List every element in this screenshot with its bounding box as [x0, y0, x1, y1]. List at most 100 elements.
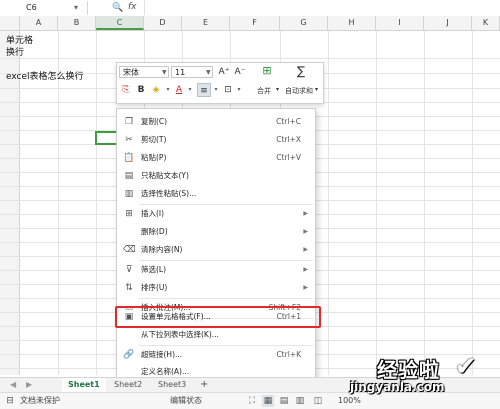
menu-item-cut[interactable]: ✂ 剪切(T) Ctrl+X: [117, 131, 315, 149]
zoom-icon[interactable]: 🔍: [112, 1, 123, 15]
row-headers[interactable]: [0, 31, 20, 375]
fill-color-icon[interactable]: ◈: [149, 83, 163, 97]
function-icon[interactable]: fx: [128, 0, 137, 15]
column-header-i[interactable]: I: [376, 16, 424, 30]
column-header-k[interactable]: K: [472, 16, 500, 30]
watermark-title: 经验啦: [377, 358, 440, 382]
menu-item-shortcut: Ctrl+K: [276, 350, 301, 359]
copy-icon: ❐: [124, 117, 134, 127]
border-icon[interactable]: ⊡: [221, 83, 235, 97]
font-size-dropdown-icon[interactable]: ▼: [206, 69, 211, 76]
edit-mode-status: 编辑状态: [170, 396, 202, 405]
last-sheet-nav-icon[interactable]: ▶: [20, 378, 38, 392]
font-color-icon[interactable]: A: [173, 83, 185, 97]
format-painter-icon[interactable]: ⎘: [119, 83, 133, 97]
menu-item-copy[interactable]: ❐ 复制(C) Ctrl+C: [117, 113, 315, 131]
watermark-url: jingyanla.com: [350, 380, 445, 394]
submenu-arrow-icon: ▶: [303, 266, 308, 273]
autosum-label[interactable]: 自动求和: [285, 86, 313, 96]
menu-item-shortcut: Ctrl+C: [276, 117, 301, 126]
menu-item-sort[interactable]: ⇅ 排序(U) ▶: [117, 279, 315, 297]
menu-item-filter[interactable]: ⊽ 筛选(L) ▶: [117, 261, 315, 279]
reading-mode-icon[interactable]: ◫: [312, 395, 324, 407]
grid-line: [0, 58, 500, 59]
column-header-a[interactable]: A: [20, 16, 58, 30]
grow-font-button[interactable]: A⁺: [217, 65, 231, 79]
menu-item-label: 选择性粘贴(S)...: [141, 189, 197, 198]
page-layout-icon[interactable]: ▤: [278, 395, 290, 407]
align-dropdown-icon[interactable]: ▾: [212, 83, 220, 97]
column-header-h[interactable]: H: [328, 16, 376, 30]
column-header-f[interactable]: F: [230, 16, 280, 30]
status-bar: ⊟ 文档未保护 编辑状态 ⛶ ▦ ▤ ▥ ◫ 100%: [0, 392, 500, 409]
document-status[interactable]: 文档未保护: [20, 393, 60, 409]
column-header-c[interactable]: C: [96, 16, 144, 30]
menu-item-shortcut: Ctrl+V: [276, 153, 301, 162]
autosum-icon[interactable]: ∑: [287, 64, 315, 78]
submenu-arrow-icon: ▶: [303, 246, 308, 253]
clear-icon: ⌫: [123, 245, 136, 255]
column-header-j[interactable]: J: [424, 16, 472, 30]
grid-line: [424, 31, 425, 375]
column-header-d[interactable]: D: [144, 16, 182, 30]
merge-dropdown-icon[interactable]: ▾: [276, 86, 279, 93]
link-icon: 🔗: [123, 350, 135, 360]
add-sheet-icon[interactable]: +: [194, 378, 214, 392]
normal-view-icon[interactable]: ▦: [262, 395, 274, 407]
submenu-arrow-icon: ▶: [303, 210, 308, 217]
menu-item-pick-from-list[interactable]: 从下拉列表中选择(K)...: [117, 326, 315, 344]
font-color-dropdown-icon[interactable]: ▾: [186, 83, 194, 97]
menu-item-label: 粘贴(P): [141, 153, 167, 162]
menu-item-paste[interactable]: 📋 粘贴(P) Ctrl+V: [117, 149, 315, 167]
menu-item-label: 筛选(L): [141, 265, 167, 274]
name-box-dropdown-icon[interactable]: ▾: [74, 1, 78, 15]
grid-line: [328, 31, 329, 375]
menu-item-paste-special[interactable]: ▥ 选择性粘贴(S)...: [117, 185, 315, 203]
fill-color-dropdown-icon[interactable]: ▾: [164, 83, 172, 97]
tab-sheet2[interactable]: Sheet2: [108, 378, 148, 392]
paste-icon: 📋: [123, 153, 135, 163]
mini-toolbar: 宋体 ▼ 11 ▼ A⁺ A⁻ ⊞ ∑ ⎘ B ◈ ▾ A ▾ ≡ ▾ ⊡ ▾ …: [116, 62, 324, 104]
menu-item-label: 只粘贴文本(Y): [141, 171, 189, 180]
menu-item-label: 清除内容(N): [141, 245, 183, 254]
eye-protection-icon[interactable]: ⛶: [246, 395, 258, 407]
border-dropdown-icon[interactable]: ▾: [235, 83, 243, 97]
menu-item-clear-contents[interactable]: ⌫ 清除内容(N) ▶: [117, 241, 315, 259]
page-break-icon[interactable]: ▥: [294, 395, 306, 407]
menu-item-hyperlink[interactable]: 🔗 超链接(H)... Ctrl+K: [117, 346, 315, 364]
column-header-e[interactable]: E: [182, 16, 230, 30]
formula-input[interactable]: [144, 0, 500, 15]
menu-item-label: 剪切(T): [141, 135, 167, 144]
menu-item-label: 排序(U): [141, 283, 168, 292]
bold-button[interactable]: B: [135, 83, 147, 97]
menu-item-insert[interactable]: ⊞ 插入(I) ▶: [117, 205, 315, 223]
paste-text-icon: ▤: [124, 171, 134, 181]
column-headers: A B C D E F G H I J K: [0, 16, 500, 31]
grid-line: [472, 31, 473, 375]
watermark-check-icon: ✔: [455, 352, 477, 382]
menu-item-label: 插入(I): [141, 209, 165, 218]
menu-item-label: 超链接(H)...: [141, 350, 183, 359]
menu-item-shortcut: Ctrl+X: [276, 135, 301, 144]
merge-label[interactable]: 合并: [257, 86, 271, 96]
select-all-corner[interactable]: [0, 16, 20, 30]
align-center-icon[interactable]: ≡: [197, 83, 211, 97]
zoom-level[interactable]: 100%: [338, 393, 361, 409]
shrink-font-button[interactable]: A⁻: [233, 65, 247, 79]
grid-line: [96, 31, 97, 375]
tab-sheet3[interactable]: Sheet3: [152, 378, 192, 392]
font-name-dropdown-icon[interactable]: ▼: [162, 69, 167, 76]
menu-item-label: 删除(D): [141, 227, 168, 236]
cell-a3: excel表格怎么换行: [6, 72, 84, 82]
autosum-dropdown-icon[interactable]: ▾: [315, 86, 318, 93]
highlight-box: [115, 306, 321, 328]
merge-icon[interactable]: ⊞: [253, 64, 281, 78]
protect-icon: ⊟: [6, 396, 14, 406]
column-header-b[interactable]: B: [58, 16, 96, 30]
menu-item-paste-text[interactable]: ▤ 只粘贴文本(Y): [117, 167, 315, 185]
insert-icon: ⊞: [125, 209, 133, 219]
cell-a1-line2: 换行: [6, 48, 25, 58]
column-header-g[interactable]: G: [280, 16, 328, 30]
menu-item-delete[interactable]: 删除(D) ▶: [117, 223, 315, 241]
cut-icon: ✂: [125, 135, 133, 145]
